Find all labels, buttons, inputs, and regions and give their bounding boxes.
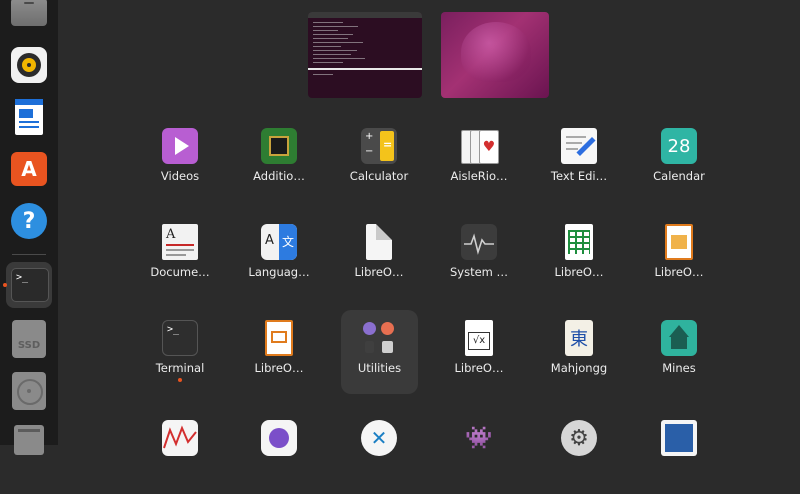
app-videos[interactable]: Videos [133,118,227,202]
app-remote-desktop[interactable]: ✕ [332,410,426,494]
camera-icon [261,420,297,456]
app-libreoffice-math[interactable]: √x LibreO… [432,310,526,394]
file-manager-icon [11,0,47,26]
mines-icon [661,320,697,356]
app-mahjongg[interactable]: 東 Mahjongg [532,310,626,394]
app-label: LibreO… [454,361,504,375]
image-viewer-icon [661,420,697,456]
app-system-monitor[interactable]: System … [432,214,526,298]
app-language-support[interactable]: A 文 Languag… [232,214,326,298]
help-icon: ? [11,203,47,239]
libreoffice-impress-icon [665,224,693,260]
app-label: Calendar [653,169,705,183]
app-label: Additio… [253,169,305,183]
libreoffice-icon [366,224,392,260]
running-indicator [178,378,182,382]
dock-help[interactable]: ? [6,198,52,244]
app-additional-drivers[interactable]: Additio… [232,118,326,202]
workspace-thumbnail-1[interactable] [308,12,422,98]
video-player-icon [162,128,198,164]
dock-trash[interactable] [6,420,52,466]
app-settings[interactable]: ⚙ [532,410,626,494]
app-label: LibreO… [654,265,704,279]
workspace-thumbnail-2[interactable] [441,12,549,98]
libreoffice-math-icon: √x [465,320,493,356]
app-libreoffice-impress[interactable]: LibreO… [632,214,726,298]
app-image-viewer[interactable] [632,410,726,494]
terminal-icon: >_ [11,268,49,302]
dock-app-center[interactable]: A [6,146,52,192]
app-terminal[interactable]: >_ Terminal [133,310,227,394]
dock-terminal[interactable]: >_ [6,262,52,308]
app-label: Docume… [150,265,210,279]
text-editor-icon [561,128,597,164]
usage-monitor-icon [162,420,198,456]
dock: A ? >_ SSD [0,0,58,455]
app-label: LibreO… [554,265,604,279]
running-indicator [3,283,7,287]
libreoffice-calc-icon [565,224,593,260]
writer-document-icon [15,99,43,135]
dock-rhythmbox[interactable] [6,42,52,88]
trash-icon [14,425,44,455]
libreoffice-impress-icon [265,320,293,356]
app-calculator[interactable]: + − = Calculator [332,118,426,202]
calendar-icon: 28 [661,128,697,164]
app-utilities-folder[interactable]: Utilities [341,310,418,394]
app-label: Videos [160,169,200,183]
drive-icon: SSD [12,320,46,358]
app-label: AisleRio… [450,169,508,183]
app-libreoffice[interactable]: LibreO… [332,214,426,298]
app-label: Mahjongg [550,361,608,375]
app-libreoffice-impress-2[interactable]: LibreO… [232,310,326,394]
chip-icon [261,128,297,164]
folder-icon [361,320,397,356]
app-label: Calculator [349,169,409,183]
app-label: LibreO… [354,265,404,279]
language-icon: A 文 [261,224,297,260]
document-viewer-icon: A [162,224,198,260]
app-text-editor[interactable]: Text Edi… [532,118,626,202]
playing-cards-icon: ♥ [461,128,499,164]
app-label: LibreO… [254,361,304,375]
app-label: Utilities [357,361,402,375]
app-label: Terminal [155,361,205,375]
system-monitor-icon [461,224,497,260]
dock-writer[interactable] [6,95,52,141]
app-label: Mines [662,361,696,375]
app-label: System … [449,265,509,279]
app-mines[interactable]: Mines [632,310,726,394]
app-store-icon: A [11,152,47,186]
dock-files[interactable] [6,0,52,32]
disc-icon [12,372,46,410]
app-calendar[interactable]: 28 Calendar [632,118,726,202]
terminal-icon: >_ [162,320,198,356]
wallpaper-jellyfish [461,22,531,82]
mahjongg-tile-icon: 東 [565,320,593,356]
settings-icon: ⚙ [561,420,597,456]
calculator-icon: + − = [361,128,397,164]
dock-optical-drive[interactable] [6,368,52,414]
app-aisleriot[interactable]: ♥ AisleRio… [432,118,526,202]
app-document-viewer[interactable]: A Docume… [133,214,227,298]
game-icon: 👾 [465,425,493,451]
app-camera[interactable] [232,410,326,494]
dock-ssd-drive[interactable]: SSD [6,316,52,362]
app-usage[interactable] [133,410,227,494]
app-game[interactable]: 👾 [432,410,526,494]
music-player-icon [11,47,47,83]
remote-desktop-icon: ✕ [361,420,397,456]
app-label: Text Edi… [550,169,608,183]
app-label: Languag… [248,265,310,279]
app-libreoffice-calc[interactable]: LibreO… [532,214,626,298]
dock-separator [12,254,46,255]
